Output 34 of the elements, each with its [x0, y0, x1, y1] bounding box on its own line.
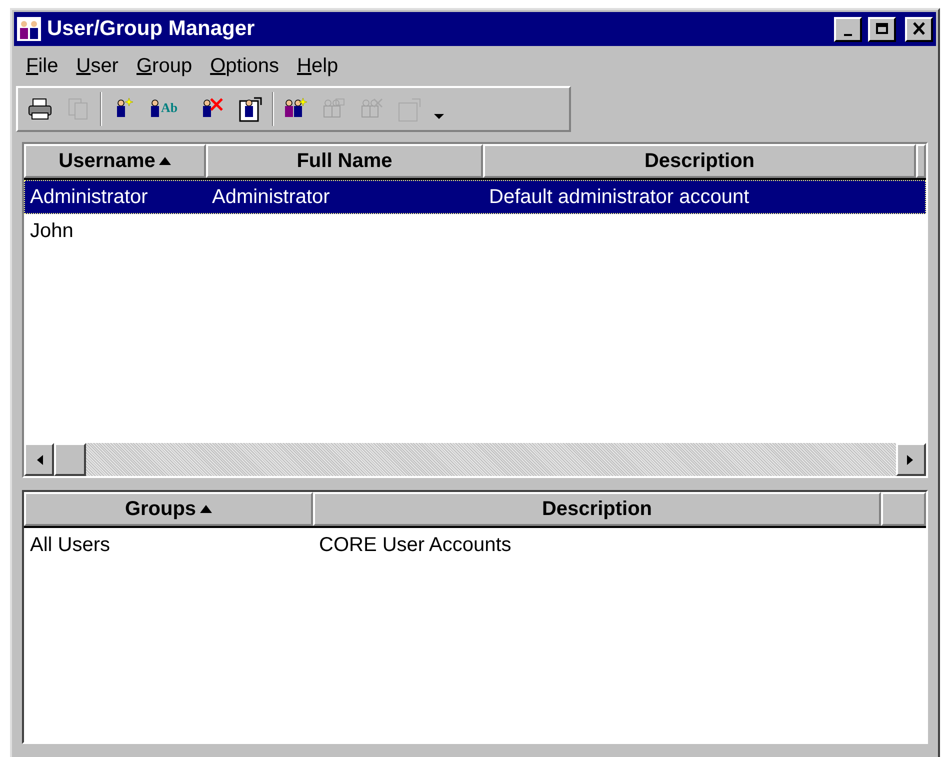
sort-up-icon	[159, 157, 172, 165]
table-cell-text: Default administrator account	[488, 185, 750, 210]
caret-icon	[434, 114, 444, 118]
close-button[interactable]	[905, 16, 933, 42]
menu-item[interactable]: File	[18, 51, 66, 81]
scroll-thumb[interactable]	[54, 443, 86, 476]
menu-item[interactable]: Help	[289, 51, 346, 81]
minimize-icon	[844, 34, 852, 36]
minimize-button[interactable]	[834, 16, 862, 42]
table-cell-text: John	[29, 219, 74, 244]
table-cell-text: All Users	[29, 533, 112, 558]
column-header[interactable]: Description	[483, 144, 916, 178]
table-row[interactable]: John	[24, 214, 926, 248]
horizontal-scrollbar[interactable]	[24, 443, 926, 476]
column-header[interactable]: Username	[24, 144, 206, 178]
table-cell-text: CORE User Accounts	[318, 533, 512, 558]
left-arrow-icon	[35, 454, 43, 464]
column-header[interactable]: Groups	[24, 492, 313, 526]
table-cell-text: Administrator	[29, 185, 149, 210]
table-row[interactable]: Administrator Administrator Default administrator account	[24, 180, 926, 214]
scroll-right-button[interactable]	[896, 443, 926, 476]
users-icon	[17, 17, 41, 41]
maximize-button[interactable]	[868, 16, 896, 42]
right-arrow-icon	[907, 454, 915, 464]
table-row[interactable]: All Users CORE User Accounts	[24, 528, 926, 562]
column-header[interactable]: Full Name	[206, 144, 483, 178]
window-title: User/Group Manager	[47, 16, 256, 42]
menu-item[interactable]: Group	[128, 51, 200, 81]
menu-item[interactable]: Options	[202, 51, 288, 81]
sort-up-icon	[200, 505, 212, 513]
scroll-left-button[interactable]	[24, 443, 54, 476]
column-header[interactable]: Description	[313, 492, 881, 526]
table-cell-text: Administrator	[211, 185, 331, 210]
menu-item[interactable]: User	[68, 51, 126, 81]
